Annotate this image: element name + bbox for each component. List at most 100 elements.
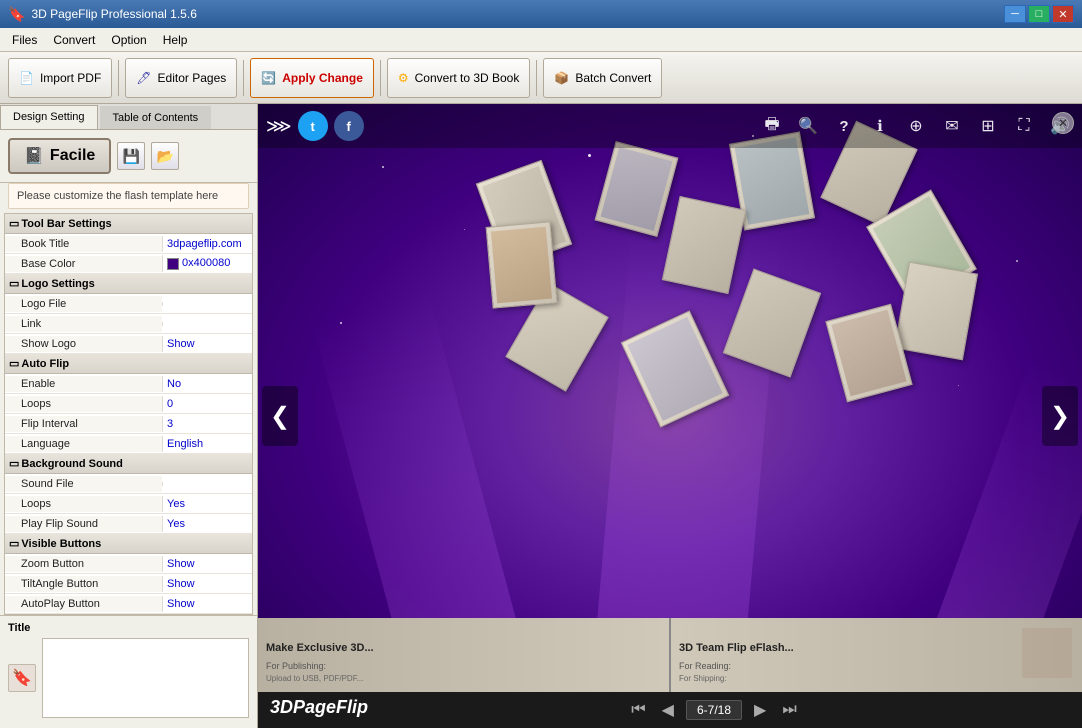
flying-page bbox=[662, 196, 746, 294]
menu-help[interactable]: Help bbox=[155, 30, 196, 50]
setting-label: Zoom Button bbox=[5, 556, 162, 572]
setting-language[interactable]: Language English bbox=[5, 434, 252, 454]
setting-play-flip-sound[interactable]: Play Flip Sound Yes bbox=[5, 514, 252, 534]
setting-value: Show bbox=[162, 336, 252, 352]
convert-3dbook-label: Convert to 3D Book bbox=[415, 71, 520, 85]
editor-pages-button[interactable]: 🖊 Editor Pages bbox=[125, 58, 237, 98]
tab-design-setting[interactable]: Design Setting bbox=[0, 105, 98, 129]
setting-value: Yes bbox=[162, 496, 252, 512]
setting-label: Loops bbox=[5, 496, 162, 512]
info-button[interactable]: ℹ bbox=[866, 112, 894, 140]
import-pdf-button[interactable]: 📄 Import PDF bbox=[8, 58, 112, 98]
flying-page bbox=[723, 268, 821, 377]
close-preview-button[interactable]: ✕ bbox=[1052, 112, 1074, 134]
zoom-button[interactable]: ⊕ bbox=[902, 112, 930, 140]
grid-button[interactable]: ⊞ bbox=[974, 112, 1002, 140]
setting-show-logo[interactable]: Show Logo Show bbox=[5, 334, 252, 354]
group-toolbar-settings[interactable]: ▭ Tool Bar Settings bbox=[5, 214, 252, 234]
setting-zoom-button[interactable]: Zoom Button Show bbox=[5, 554, 252, 574]
facebook-button[interactable]: f bbox=[334, 111, 364, 141]
setting-flip-interval[interactable]: Flip Interval 3 bbox=[5, 414, 252, 434]
group-logo-settings[interactable]: ▭ Logo Settings bbox=[5, 274, 252, 294]
convert-3dbook-icon: ⚙ bbox=[398, 71, 409, 85]
collapse-icon: ▭ bbox=[9, 537, 19, 550]
help-button[interactable]: ? bbox=[830, 112, 858, 140]
save-template-button[interactable]: 💾 bbox=[117, 142, 145, 170]
editor-pages-icon: 🖊 bbox=[136, 71, 151, 85]
title-bar: 🔖 3D PageFlip Professional 1.5.6 ─ □ ✕ bbox=[0, 0, 1082, 28]
prev-page-button[interactable]: ◀ bbox=[658, 698, 678, 722]
setting-value bbox=[162, 482, 252, 486]
customize-text: Please customize the flash template here bbox=[8, 183, 249, 209]
email-button[interactable]: ✉ bbox=[938, 112, 966, 140]
apply-change-label: Apply Change bbox=[282, 71, 363, 85]
right-content: ⋙ t f 🖶 🔍 ? ℹ ⊕ ✉ ⊞ ⛶ 🔊 ✕ bbox=[258, 104, 1082, 728]
setting-value bbox=[162, 322, 252, 326]
collapse-icon: ▭ bbox=[9, 457, 19, 470]
title-panel: Title 🔖 bbox=[0, 615, 257, 728]
setting-label: Logo File bbox=[5, 296, 162, 312]
setting-label: AutoPlay Button bbox=[5, 596, 162, 612]
settings-area[interactable]: ▭ Tool Bar Settings Book Title 3dpagefli… bbox=[4, 213, 253, 615]
setting-sound-loops[interactable]: Loops Yes bbox=[5, 494, 252, 514]
search-button[interactable]: 🔍 bbox=[794, 112, 822, 140]
import-pdf-icon: 📄 bbox=[19, 71, 34, 85]
settings-scroll: ▭ Tool Bar Settings Book Title 3dpagefli… bbox=[5, 214, 252, 615]
nav-right-icon: ❯ bbox=[1050, 402, 1070, 431]
book-left-page: Make Exclusive 3D... For Publishing: Upl… bbox=[258, 618, 671, 692]
apply-change-icon: 🔄 bbox=[261, 71, 276, 85]
menu-files[interactable]: Files bbox=[4, 30, 45, 50]
setting-loops[interactable]: Loops 0 bbox=[5, 394, 252, 414]
template-section: 📓 Facile 💾 📂 bbox=[0, 130, 257, 183]
setting-label: Enable bbox=[5, 376, 162, 392]
menu-convert[interactable]: Convert bbox=[45, 30, 103, 50]
app-title: 3D PageFlip Professional 1.5.6 bbox=[31, 7, 196, 21]
load-template-button[interactable]: 📂 bbox=[151, 142, 179, 170]
logo-icon: 🔖 bbox=[12, 668, 32, 688]
setting-base-color[interactable]: Base Color 0x400080 bbox=[5, 254, 252, 274]
twitter-button[interactable]: t bbox=[298, 111, 328, 141]
menu-option[interactable]: Option bbox=[103, 30, 154, 50]
next-page-button[interactable]: ▶ bbox=[750, 698, 770, 722]
toolbar-separator-3 bbox=[380, 60, 381, 96]
setting-value: No bbox=[162, 376, 252, 392]
close-button[interactable]: ✕ bbox=[1052, 5, 1074, 23]
nav-left-button[interactable]: ❮ bbox=[262, 386, 298, 446]
color-swatch bbox=[167, 258, 179, 270]
fullscreen-button[interactable]: ⛶ bbox=[1010, 112, 1038, 140]
first-page-button[interactable]: ⏮ bbox=[627, 699, 649, 721]
batch-convert-button[interactable]: 📦 Batch Convert bbox=[543, 58, 662, 98]
setting-tiltangle-button[interactable]: TiltAngle Button Show bbox=[5, 574, 252, 594]
setting-label: Flip Interval bbox=[5, 416, 162, 432]
maximize-button[interactable]: □ bbox=[1028, 5, 1050, 23]
last-page-button[interactable]: ⏭ bbox=[778, 699, 800, 721]
nav-right-button[interactable]: ❯ bbox=[1042, 386, 1078, 446]
setting-enable[interactable]: Enable No bbox=[5, 374, 252, 394]
setting-value: English bbox=[162, 436, 252, 452]
collapse-icon: ▭ bbox=[9, 357, 19, 370]
toolbar: 📄 Import PDF 🖊 Editor Pages 🔄 Apply Chan… bbox=[0, 52, 1082, 104]
group-background-sound[interactable]: ▭ Background Sound bbox=[5, 454, 252, 474]
setting-value: Show bbox=[162, 576, 252, 592]
group-visible-buttons[interactable]: ▭ Visible Buttons bbox=[5, 534, 252, 554]
minimize-button[interactable]: ─ bbox=[1004, 5, 1026, 23]
group-auto-flip[interactable]: ▭ Auto Flip bbox=[5, 354, 252, 374]
load-icon: 📂 bbox=[157, 148, 174, 165]
preview-toolbar-left: ⋙ t f bbox=[266, 111, 364, 141]
setting-autoplay-button[interactable]: AutoPlay Button Show bbox=[5, 594, 252, 614]
print-button[interactable]: 🖶 bbox=[758, 112, 786, 140]
editor-pages-label: Editor Pages bbox=[158, 71, 227, 85]
apply-change-button[interactable]: 🔄 Apply Change bbox=[250, 58, 374, 98]
title-input-area[interactable] bbox=[42, 638, 249, 718]
setting-value: 0 bbox=[162, 396, 252, 412]
convert-3dbook-button[interactable]: ⚙ Convert to 3D Book bbox=[387, 58, 530, 98]
setting-book-title[interactable]: Book Title 3dpageflip.com bbox=[5, 234, 252, 254]
setting-sound-file[interactable]: Sound File bbox=[5, 474, 252, 494]
setting-logo-file[interactable]: Logo File bbox=[5, 294, 252, 314]
facile-button[interactable]: 📓 Facile bbox=[8, 138, 111, 174]
main-layout: Design Setting Table of Contents 📓 Facil… bbox=[0, 104, 1082, 728]
group-label: Visible Buttons bbox=[21, 538, 101, 550]
setting-link[interactable]: Link bbox=[5, 314, 252, 334]
tab-table-of-contents[interactable]: Table of Contents bbox=[100, 106, 212, 129]
tabs: Design Setting Table of Contents bbox=[0, 104, 257, 130]
